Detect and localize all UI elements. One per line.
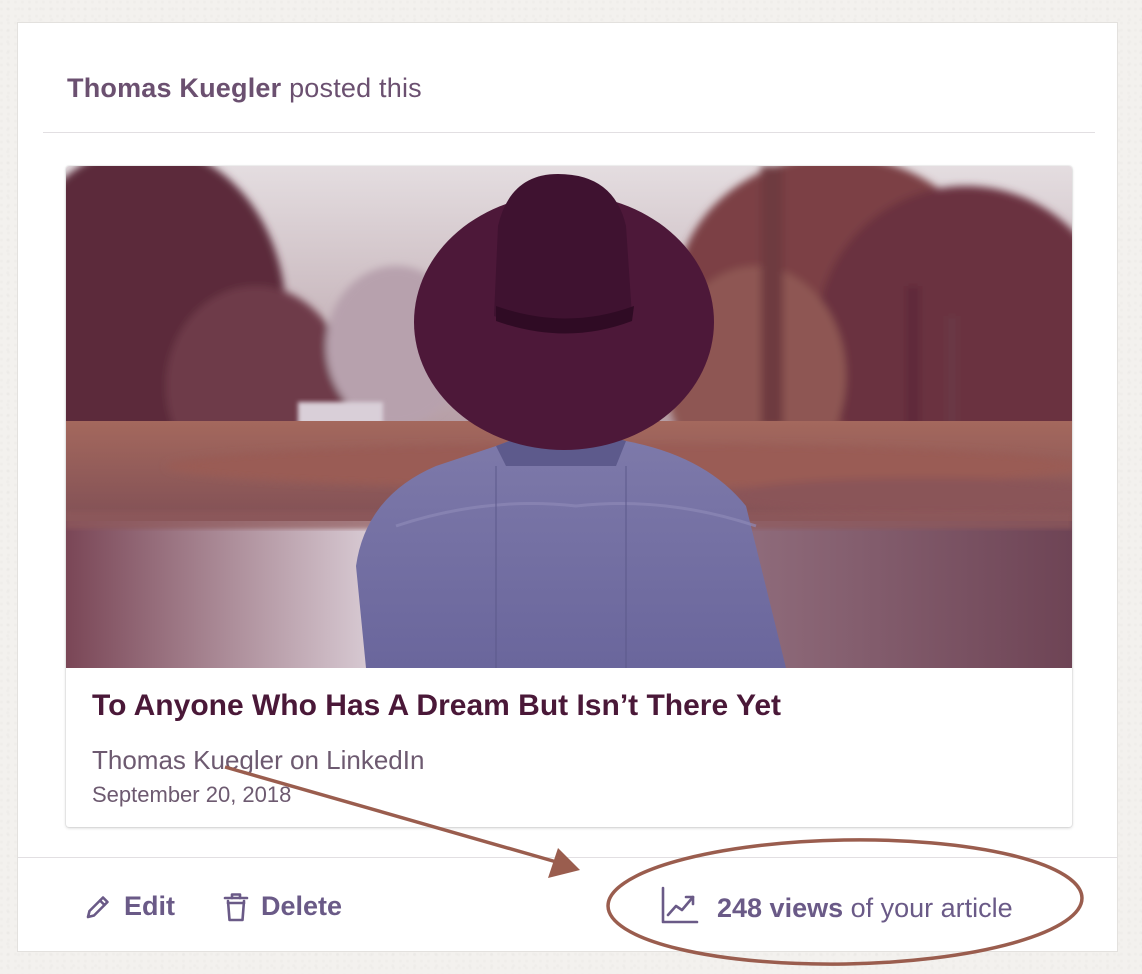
views-stat[interactable]: 248 views of your article: [661, 886, 1013, 931]
article-preview[interactable]: To Anyone Who Has A Dream But Isn’t Ther…: [66, 166, 1072, 827]
trash-icon: [223, 892, 249, 922]
article-source: Thomas Kuegler on LinkedIn: [92, 745, 425, 775]
delete-label: Delete: [261, 891, 343, 921]
footer-divider: [18, 857, 1117, 858]
edit-button[interactable]: Edit: [84, 891, 175, 922]
pencil-icon: [84, 893, 112, 921]
views-suffix: of your article: [850, 893, 1013, 923]
post-action-text: posted this: [289, 73, 422, 103]
header-divider: [43, 132, 1095, 133]
trend-chart-icon: [661, 886, 699, 931]
views-count: 248 views: [717, 893, 844, 923]
post-header: Thomas Kuegler posted this: [67, 73, 422, 104]
post-author[interactable]: Thomas Kuegler: [67, 73, 281, 103]
edit-label: Edit: [124, 891, 175, 921]
article-date: September 20, 2018: [92, 782, 292, 807]
delete-button[interactable]: Delete: [223, 891, 342, 922]
article-hero-image: [66, 166, 1072, 668]
article-title[interactable]: To Anyone Who Has A Dream But Isn’t Ther…: [92, 689, 781, 723]
post-card: Thomas Kuegler posted this To Anyone Who…: [17, 22, 1118, 952]
